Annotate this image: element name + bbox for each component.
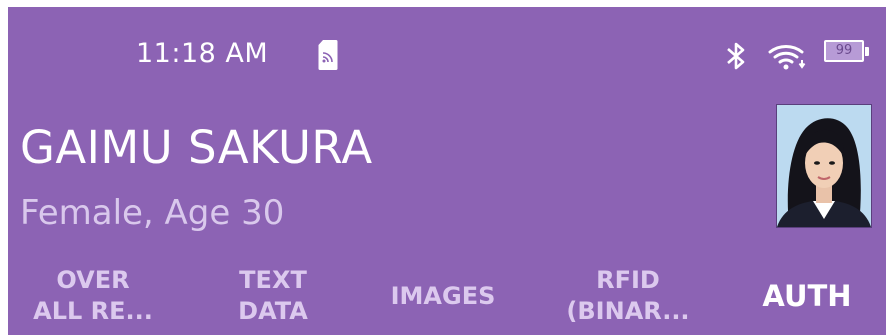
tab-text-data[interactable]: TEXT DATA	[198, 257, 348, 335]
tab-images[interactable]: IMAGES	[368, 257, 518, 335]
person-name: GAIMU SAKURA	[20, 121, 373, 174]
battery-tip	[865, 47, 869, 56]
battery-level: 99	[835, 43, 853, 58]
portrait-image	[777, 105, 871, 227]
app-header: 11:18 AM 99 GAIMU SAKURA Female, Age 30	[8, 7, 886, 335]
tab-overall-results[interactable]: OVER ALL RE...	[18, 257, 168, 335]
sim-card-icon	[318, 40, 338, 70]
person-subtitle: Female, Age 30	[20, 193, 285, 233]
tab-auth[interactable]: AUTH	[732, 257, 882, 335]
tab-rfid-binary[interactable]: RFID (BINAR...	[548, 257, 708, 335]
bluetooth-icon	[727, 42, 745, 70]
battery-icon: 99	[824, 40, 872, 64]
status-time: 11:18 AM	[136, 38, 269, 69]
tab-bar: OVER ALL RE... TEXT DATA IMAGES RFID (BI…	[8, 257, 886, 335]
wifi-icon	[768, 45, 806, 70]
portrait-photo[interactable]	[776, 104, 872, 228]
screen: 11:18 AM 99 GAIMU SAKURA Female, Age 30	[0, 0, 886, 335]
